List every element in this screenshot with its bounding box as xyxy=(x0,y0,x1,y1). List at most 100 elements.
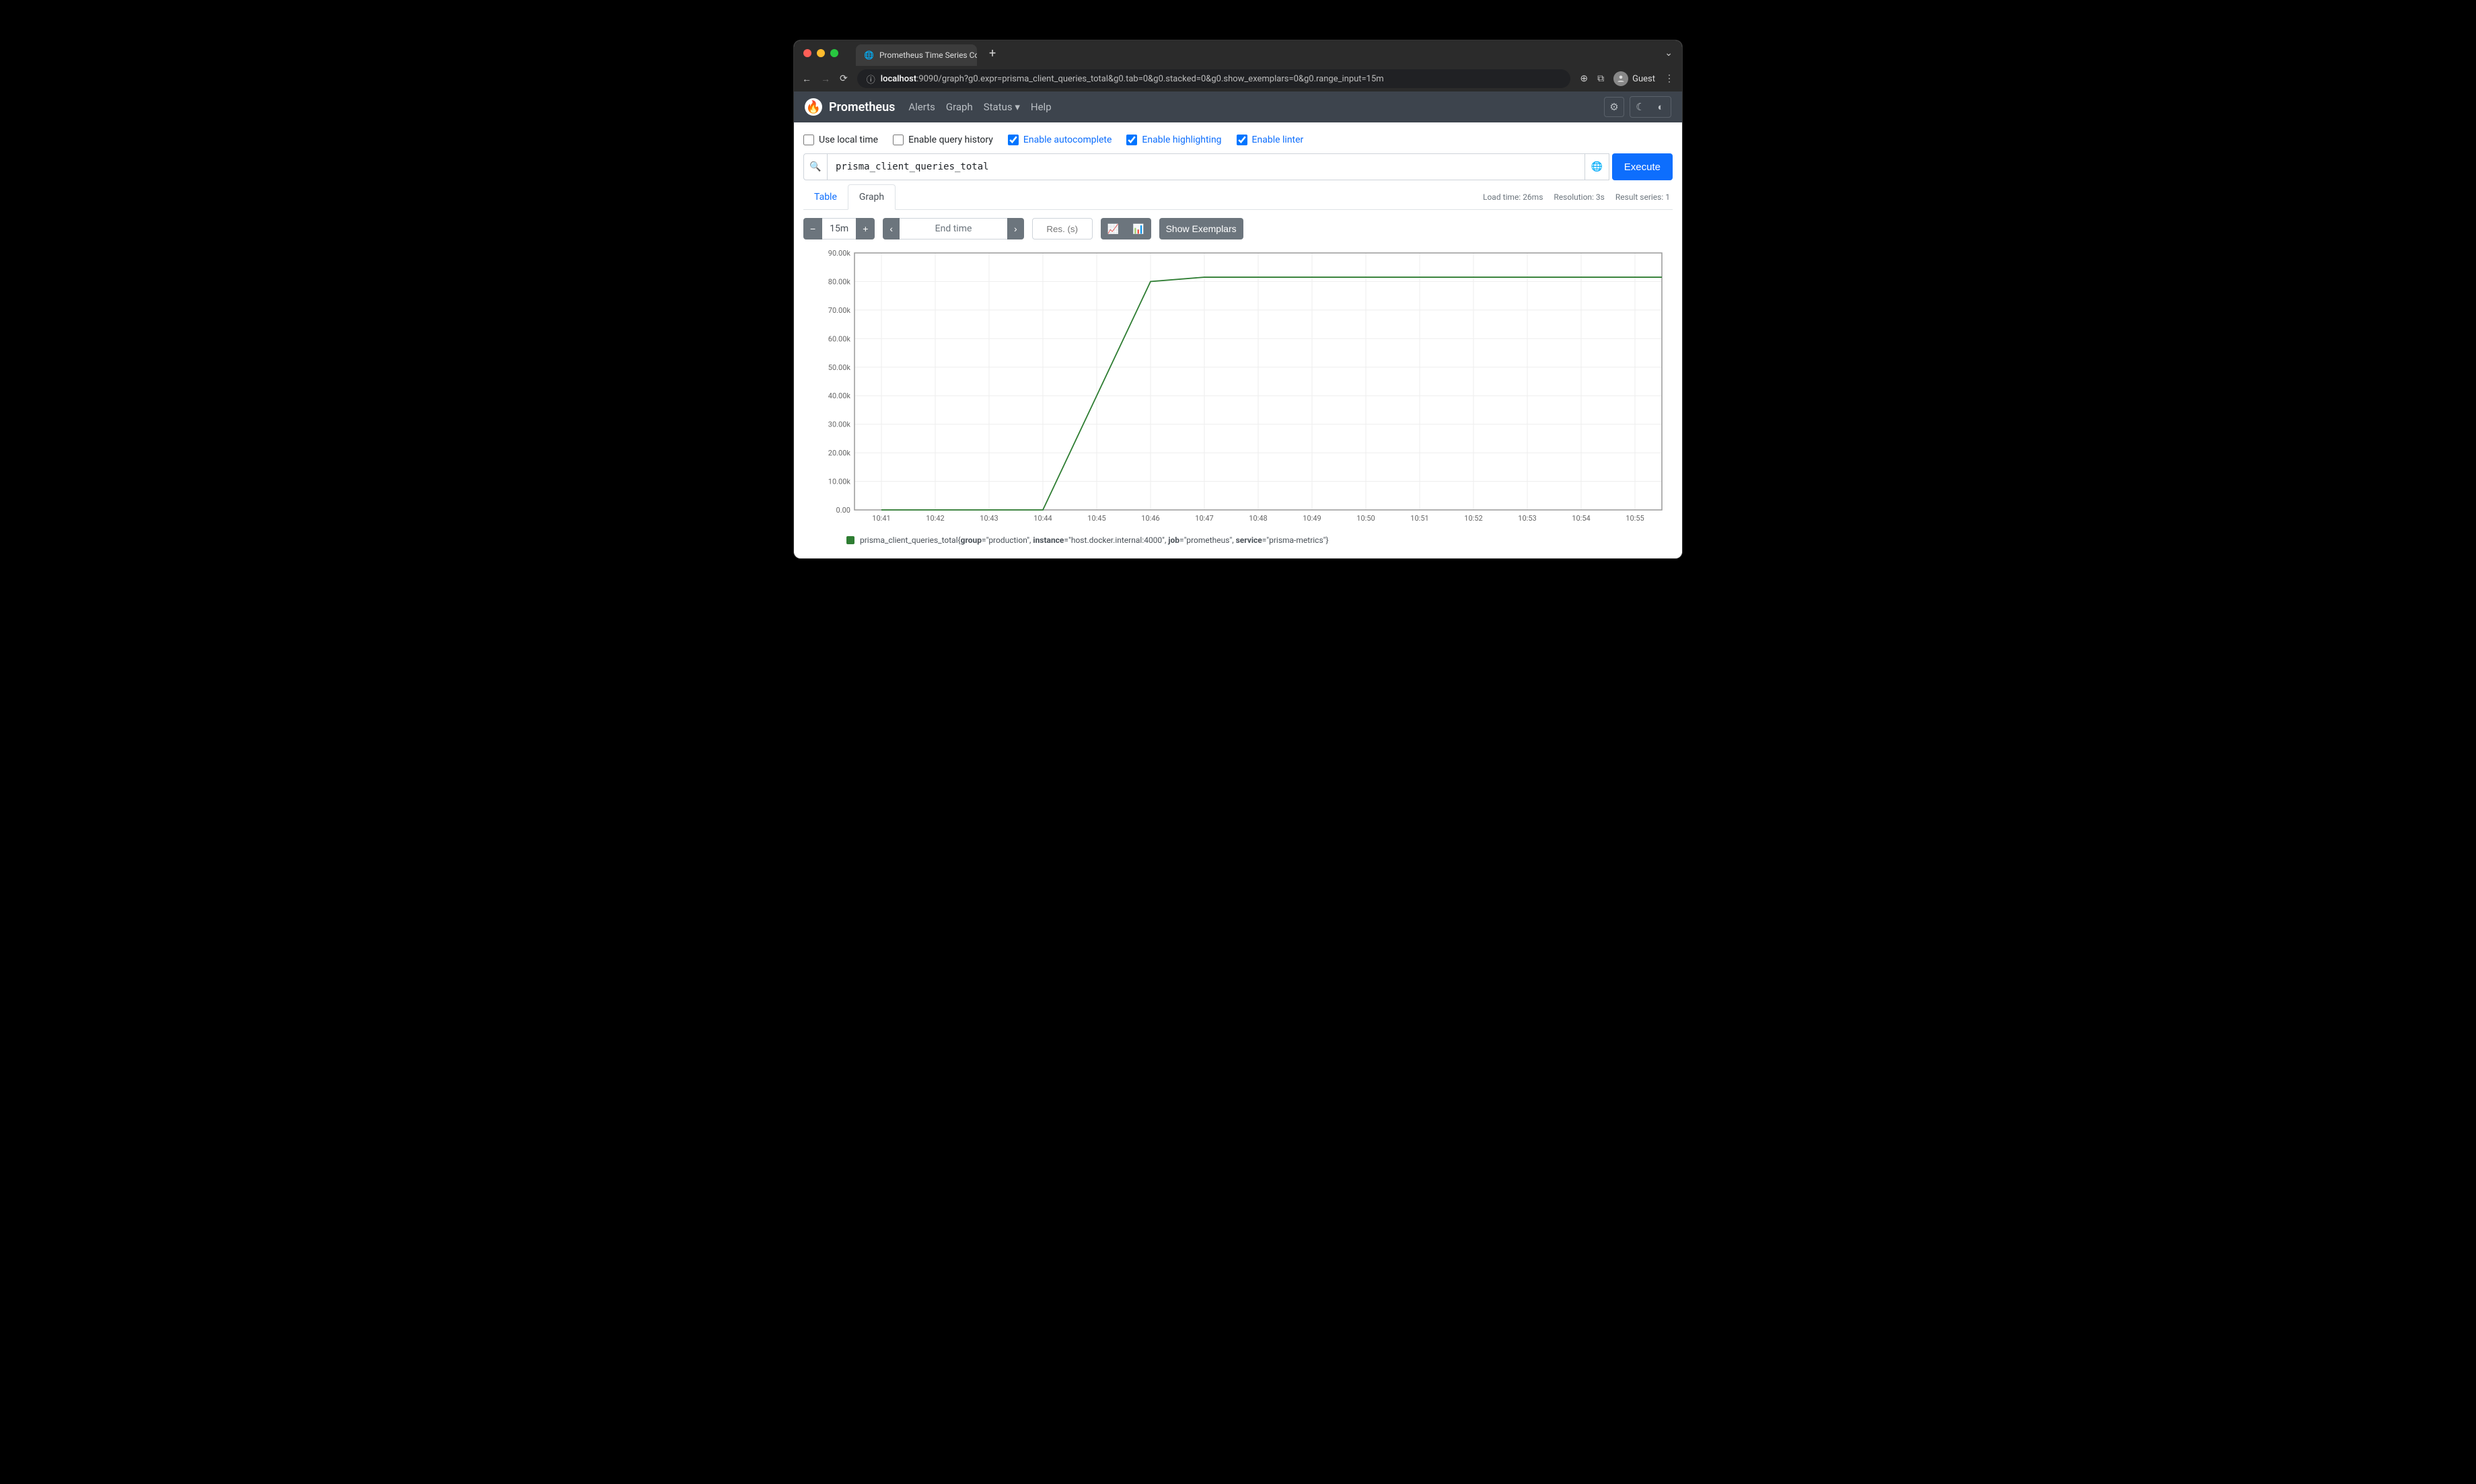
tabs-overflow-icon[interactable]: ⌄ xyxy=(1665,48,1673,59)
site-info-icon[interactable]: ⓘ xyxy=(867,73,875,85)
svg-text:30.00k: 30.00k xyxy=(828,420,851,429)
nav-graph[interactable]: Graph xyxy=(946,101,973,113)
svg-text:70.00k: 70.00k xyxy=(828,306,851,315)
stat-resolution: Resolution: 3s xyxy=(1554,192,1604,202)
window-maximize-icon[interactable] xyxy=(830,49,838,57)
line-chart-icon[interactable]: 📈 xyxy=(1101,218,1126,239)
url-text: localhost:9090/graph?g0.expr=prisma_clie… xyxy=(881,74,1384,84)
resolution-input[interactable] xyxy=(1032,218,1093,239)
app-header: 🔥 Prometheus Alerts Graph Status ▾ Help … xyxy=(794,91,1682,122)
svg-text:10:47: 10:47 xyxy=(1195,514,1213,523)
settings-gear-icon[interactable]: ⚙ xyxy=(1604,97,1624,117)
legend-label: prisma_client_queries_total{group="produ… xyxy=(860,535,1329,545)
svg-text:0.00: 0.00 xyxy=(836,506,850,515)
opt-enable-autocomplete[interactable]: Enable autocomplete xyxy=(1008,135,1112,145)
graph-controls: − 15m + ‹ End time › 📈 📊 Show Exemplars xyxy=(803,210,1673,248)
content-area: Use local time Enable query history Enab… xyxy=(794,122,1682,558)
browser-window: 🌐 Prometheus Time Series Collec ✕ + ⌄ ← … xyxy=(794,40,1682,558)
range-increase-button[interactable]: + xyxy=(856,218,875,239)
back-icon[interactable]: ← xyxy=(802,73,811,85)
contrast-icon[interactable]: ◐ xyxy=(1650,97,1671,117)
browser-toolbar: ← → ⟳ ⓘ localhost:9090/graph?g0.expr=pri… xyxy=(794,66,1682,91)
install-icon[interactable]: ⧉ xyxy=(1597,73,1604,84)
legend[interactable]: prisma_client_queries_total{group="produ… xyxy=(806,530,1670,545)
window-minimize-icon[interactable] xyxy=(817,49,825,57)
svg-text:90.00k: 90.00k xyxy=(828,249,851,258)
svg-text:10:44: 10:44 xyxy=(1033,514,1052,523)
chart-svg: 0.00 10.00k 20.00k 30.00k 40.00k 50.00k 60.00k… xyxy=(806,248,1670,530)
zoom-icon[interactable]: ⊕ xyxy=(1580,73,1588,84)
opt-enable-query-history[interactable]: Enable query history xyxy=(893,135,993,145)
legend-swatch-icon xyxy=(846,536,854,544)
svg-text:10:45: 10:45 xyxy=(1087,514,1105,523)
svg-text:10:42: 10:42 xyxy=(926,514,944,523)
query-stats: Load time: 26ms Resolution: 3s Result se… xyxy=(1483,192,1673,202)
tab-title: Prometheus Time Series Collec xyxy=(879,50,977,60)
svg-text:80.00k: 80.00k xyxy=(828,277,851,286)
svg-text:10:41: 10:41 xyxy=(872,514,890,523)
range-decrease-button[interactable]: − xyxy=(803,218,822,239)
metrics-explorer-icon[interactable]: 🌐 xyxy=(1585,153,1609,180)
brand[interactable]: 🔥 Prometheus xyxy=(805,98,895,116)
nav-alerts[interactable]: Alerts xyxy=(908,101,935,113)
opt-use-local-time[interactable]: Use local time xyxy=(803,135,878,145)
reload-icon[interactable]: ⟳ xyxy=(840,73,848,84)
endtime-group: ‹ End time › xyxy=(883,218,1023,239)
chevron-down-icon: ▾ xyxy=(1015,101,1020,113)
main-nav: Alerts Graph Status ▾ Help xyxy=(908,101,1051,113)
nav-help[interactable]: Help xyxy=(1031,101,1052,113)
opt-enable-linter[interactable]: Enable linter xyxy=(1237,135,1304,145)
range-value[interactable]: 15m xyxy=(822,218,856,239)
avatar-icon xyxy=(1613,71,1628,86)
kebab-menu-icon[interactable]: ⋮ xyxy=(1665,73,1674,84)
globe-icon: 🌐 xyxy=(864,50,874,60)
chart-mode-group: 📈 📊 xyxy=(1101,218,1151,239)
stat-load-time: Load time: 26ms xyxy=(1483,192,1543,202)
range-group: − 15m + xyxy=(803,218,875,239)
opt-enable-highlighting[interactable]: Enable highlighting xyxy=(1126,135,1221,145)
profile-label: Guest xyxy=(1632,74,1655,84)
svg-text:10:54: 10:54 xyxy=(1572,514,1590,523)
svg-text:10.00k: 10.00k xyxy=(828,478,851,486)
svg-text:10:46: 10:46 xyxy=(1141,514,1159,523)
browser-tab[interactable]: 🌐 Prometheus Time Series Collec ✕ xyxy=(856,44,977,66)
svg-text:10:43: 10:43 xyxy=(980,514,998,523)
time-prev-button[interactable]: ‹ xyxy=(883,218,900,239)
svg-text:10:49: 10:49 xyxy=(1303,514,1321,523)
svg-text:40.00k: 40.00k xyxy=(828,392,851,400)
search-icon[interactable]: 🔍 xyxy=(803,153,828,180)
nav-status[interactable]: Status ▾ xyxy=(984,101,1020,113)
stat-result-series: Result series: 1 xyxy=(1615,192,1670,202)
svg-text:10:50: 10:50 xyxy=(1356,514,1375,523)
svg-text:10:52: 10:52 xyxy=(1464,514,1482,523)
time-next-button[interactable]: › xyxy=(1007,218,1024,239)
tab-table[interactable]: Table xyxy=(803,185,848,209)
svg-text:50.00k: 50.00k xyxy=(828,363,851,372)
forward-icon[interactable]: → xyxy=(821,73,830,85)
query-bar: 🔍 prisma_client_queries_total 🌐 Execute xyxy=(803,153,1673,180)
svg-text:10:48: 10:48 xyxy=(1249,514,1267,523)
show-exemplars-button[interactable]: Show Exemplars xyxy=(1159,218,1243,239)
profile-chip[interactable]: Guest xyxy=(1613,71,1655,86)
query-options: Use local time Enable query history Enab… xyxy=(803,129,1673,153)
new-tab-button[interactable]: + xyxy=(989,46,996,61)
address-bar[interactable]: ⓘ localhost:9090/graph?g0.expr=prisma_cl… xyxy=(857,69,1571,88)
view-tabs: Table Graph Load time: 26ms Resolution: … xyxy=(803,184,1673,210)
window-titlebar: 🌐 Prometheus Time Series Collec ✕ + ⌄ xyxy=(794,40,1682,66)
chart-container: 0.00 10.00k 20.00k 30.00k 40.00k 50.00k 60.00k… xyxy=(803,248,1673,545)
expression-input[interactable]: prisma_client_queries_total xyxy=(828,153,1585,180)
svg-text:10:51: 10:51 xyxy=(1410,514,1428,523)
svg-text:10:53: 10:53 xyxy=(1518,514,1536,523)
stacked-chart-icon[interactable]: 📊 xyxy=(1126,218,1151,239)
moon-icon[interactable]: ☾ xyxy=(1630,97,1650,117)
execute-button[interactable]: Execute xyxy=(1612,153,1673,180)
theme-toggle[interactable]: ☾ ◐ xyxy=(1630,96,1671,118)
svg-text:10:55: 10:55 xyxy=(1626,514,1644,523)
brand-logo-icon: 🔥 xyxy=(805,98,822,116)
window-close-icon[interactable] xyxy=(803,49,811,57)
end-time-input[interactable]: End time xyxy=(900,218,1007,239)
tab-graph[interactable]: Graph xyxy=(848,184,896,210)
svg-text:20.00k: 20.00k xyxy=(828,449,851,457)
svg-text:60.00k: 60.00k xyxy=(828,334,851,343)
brand-name: Prometheus xyxy=(829,100,895,114)
